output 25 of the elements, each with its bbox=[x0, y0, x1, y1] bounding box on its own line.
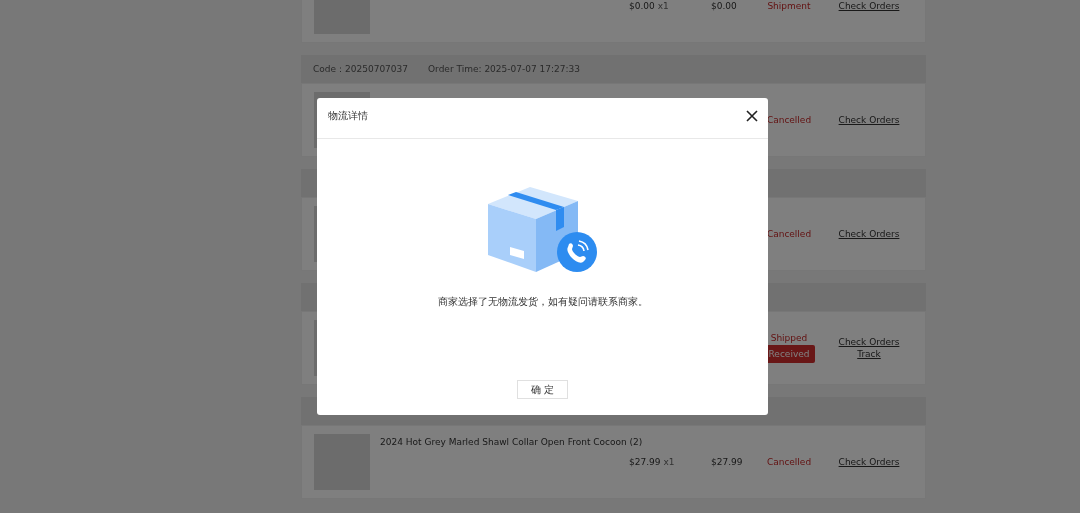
quantity-text: x1 bbox=[663, 457, 675, 467]
unit-price: $0.00 bbox=[629, 1, 655, 11]
order-status: Cancelled bbox=[766, 115, 812, 125]
order-link[interactable]: Check Orders bbox=[838, 115, 900, 125]
order-link[interactable]: Check Orders bbox=[838, 229, 900, 239]
order-link[interactable]: Check Orders bbox=[838, 337, 900, 347]
order-link[interactable]: Check Orders bbox=[838, 1, 900, 11]
close-icon bbox=[746, 110, 758, 122]
order-header-text: Code：20250707037 bbox=[313, 62, 409, 76]
order-status: Shipped bbox=[770, 333, 808, 343]
order-status: Cancelled bbox=[766, 457, 812, 467]
total-price: $0.00 bbox=[711, 1, 738, 11]
total-price: $27.99 bbox=[711, 457, 744, 467]
close-button[interactable] bbox=[746, 110, 758, 122]
order-status: Shipment bbox=[767, 1, 811, 11]
order-link[interactable]: Track bbox=[857, 349, 881, 359]
dialog-title: 物流详情 bbox=[328, 109, 368, 123]
order-status: Cancelled bbox=[766, 229, 812, 239]
confirm-button[interactable]: 确 定 bbox=[517, 380, 568, 399]
quantity-text: x1 bbox=[657, 1, 669, 11]
order-link[interactable]: Check Orders bbox=[838, 457, 900, 467]
product-title: 2024 Hot Grey Marled Shawl Collar Open Front Cocoon (2) bbox=[380, 436, 644, 449]
dialog-message: 商家选择了无物流发货，如有疑问请联系商家。 bbox=[437, 295, 648, 309]
unit-price: $27.99 bbox=[629, 457, 661, 467]
order-header-text: Order Time: 2025-07-07 17:27:33 bbox=[428, 64, 580, 74]
